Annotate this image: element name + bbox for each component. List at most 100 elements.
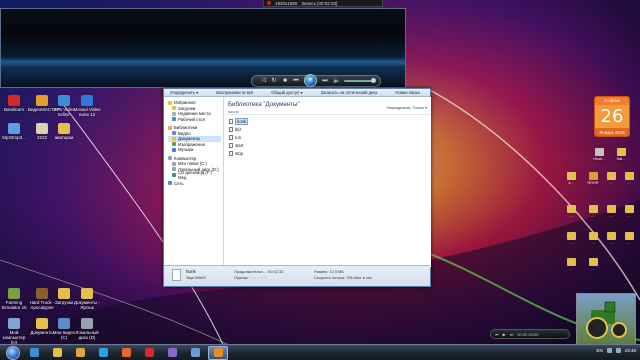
desktop-folder-shortcut[interactable]: Hal... xyxy=(610,148,632,161)
language-indicator[interactable]: EN xyxy=(596,348,602,353)
folder-icon xyxy=(172,106,176,111)
pictures-icon xyxy=(172,142,176,147)
desktop-folder-shortcut[interactable]: Hinal... xyxy=(588,148,610,161)
repeat-icon[interactable]: ↻ xyxy=(271,78,277,84)
rating-stars-icon[interactable]: ☆☆☆☆☆ xyxy=(250,275,267,280)
desktop-folder-shortcut[interactable]: s... xyxy=(560,172,582,185)
record-icon[interactable] xyxy=(267,1,271,5)
toolbar-burn[interactable]: Записать на оптический диск xyxy=(321,90,378,95)
play-pause-button[interactable]: ⏸ xyxy=(304,74,317,87)
clock[interactable]: 23:46 xyxy=(625,348,636,353)
shuffle-icon[interactable]: ⤨ xyxy=(260,78,266,84)
shortcut-icon xyxy=(58,318,70,329)
file-name: start xyxy=(235,142,244,148)
taskbar-wmp-icon xyxy=(167,348,177,357)
previous-icon[interactable]: ⏮ xyxy=(293,78,299,84)
taskbar-opera-icon xyxy=(144,348,154,357)
nav-network[interactable]: Сеть xyxy=(168,181,221,187)
folder-icon xyxy=(588,205,598,213)
taskbar-wmp-button[interactable] xyxy=(162,346,182,360)
tractor-image[interactable] xyxy=(576,293,636,345)
calendar-day: 26 xyxy=(595,105,629,128)
desktop-folder-shortcut[interactable]: ... xyxy=(618,232,640,245)
folder-icon xyxy=(606,232,616,240)
desktop-folder-shortcut[interactable]: ... xyxy=(560,205,582,218)
desktop-shortcut[interactable]: Документы - Ярлык xyxy=(73,288,101,310)
desktop-folder-shortcut[interactable]: ... xyxy=(618,205,640,218)
navigation-pane: Избранное Загрузки Недавние места Рабочи… xyxy=(164,97,224,267)
desktop-folder-shortcut[interactable]: ... xyxy=(618,172,640,185)
taskbar-opera-button[interactable] xyxy=(139,346,159,360)
video-icon xyxy=(172,131,176,136)
cd-drive-icon xyxy=(172,172,176,177)
start-button[interactable] xyxy=(6,345,20,360)
taskbar-skype-icon xyxy=(98,348,108,357)
volume-knob[interactable] xyxy=(371,78,376,83)
volume-slider[interactable] xyxy=(344,78,376,83)
shortcut-icon xyxy=(8,123,20,134)
taskbar-firefox-button[interactable] xyxy=(116,346,136,360)
desktop-shortcut[interactable]: аватарки xyxy=(50,123,78,140)
mini-next-icon[interactable]: ⏭ xyxy=(510,332,514,337)
file-name: stop xyxy=(235,150,243,156)
nav-music[interactable]: Музыка xyxy=(168,147,221,153)
desktop-shortcut[interactable]: Movavi Video Suite 12 xyxy=(73,95,101,117)
toolbar-share[interactable]: Общий доступ ▾ xyxy=(271,90,302,95)
taskbar-explorer-button[interactable] xyxy=(47,346,67,360)
taskbar-explorer-icon xyxy=(52,348,62,357)
player-controls: ⤨ ↻ ■ ⏮ ⏸ ⏭ 🔈 xyxy=(251,74,381,87)
file-item[interactable]: start xyxy=(229,141,431,149)
mini-prev-icon[interactable]: ⏮ xyxy=(495,332,499,337)
mini-player[interactable]: ⏮ ▶ ⏭ 00:00 00:00 xyxy=(490,329,570,339)
details-rating[interactable]: Оценка: ☆☆☆☆☆ xyxy=(234,275,267,280)
file-item[interactable]: run xyxy=(229,133,431,141)
shortcut-icon xyxy=(8,95,20,106)
taskbar-library-button[interactable] xyxy=(185,346,205,360)
network-icon xyxy=(168,181,172,186)
details-bitrate: Скорость потока: 705 кбит в сек xyxy=(314,275,372,280)
taskbar-chrome-button[interactable] xyxy=(70,346,90,360)
desktop-shortcut[interactable]: Мой компьютер (Н) xyxy=(0,318,28,345)
nav-drive-f[interactable]: CD-дисковод (F:) Мед xyxy=(168,170,221,180)
explorer-window[interactable]: Упорядочить ▾ Воспроизвести всё Общий до… xyxy=(163,88,431,287)
file-item[interactable]: bliz xyxy=(229,125,431,133)
desktop-shortcut[interactable]: Farming Simulator 15 xyxy=(0,288,28,310)
desktop-shortcut[interactable]: Bandicam xyxy=(0,95,28,112)
arrange-by[interactable]: Упорядочить: Папка ▾ xyxy=(387,105,428,110)
wav-file-icon xyxy=(229,118,233,124)
desktop-folder-shortcut[interactable]: ... xyxy=(582,258,604,271)
stop-icon[interactable]: ■ xyxy=(282,78,288,84)
toolbar-organize[interactable]: Упорядочить ▾ xyxy=(170,90,198,95)
shortcut-label: аватарки xyxy=(54,135,74,140)
wav-file-icon xyxy=(229,150,233,156)
desktop-folder-shortcut[interactable]: ... xyxy=(560,232,582,245)
tractor-icon xyxy=(586,301,627,339)
mute-icon[interactable]: 🔈 xyxy=(333,78,340,84)
recorder-bar[interactable]: 1920x1080 Запись [00:02:33] xyxy=(263,0,383,7)
shortcut-icon xyxy=(8,288,20,299)
desktop-shortcut[interactable]: Mp33mp3... xyxy=(0,123,28,140)
taskbar-ie-icon xyxy=(29,348,39,357)
arrange-value[interactable]: Папка ▾ xyxy=(413,105,427,110)
toolbar-play-all[interactable]: Воспроизвести всё xyxy=(216,90,253,95)
shortcut-icon xyxy=(81,288,93,299)
calendar-gadget[interactable]: вторник 26 Январь 2016 xyxy=(594,96,630,137)
file-item[interactable]: stop xyxy=(229,149,431,157)
taskbar-player-active-button[interactable] xyxy=(208,345,228,360)
desktop-folder-shortcut[interactable]: ... xyxy=(560,258,582,271)
file-list: honk bliz run start stop xyxy=(224,115,431,157)
taskbar-skype-button[interactable] xyxy=(93,346,113,360)
media-player-window[interactable]: ⤨ ↻ ■ ⏮ ⏸ ⏭ 🔈 xyxy=(0,8,406,88)
volume-tray-icon[interactable] xyxy=(615,348,621,353)
details-type: Звук WAVE xyxy=(186,275,207,280)
network-tray-icon[interactable] xyxy=(606,348,612,353)
nav-desktop[interactable]: Рабочий стол xyxy=(168,117,221,123)
taskbar-ie-button[interactable] xyxy=(24,346,44,360)
toolbar-new-folder[interactable]: Новая папка xyxy=(395,90,419,95)
player-visualization xyxy=(1,57,405,67)
next-icon[interactable]: ⏭ xyxy=(322,78,328,84)
shortcut-label: ... xyxy=(591,267,595,271)
mini-play-icon[interactable]: ▶ xyxy=(503,332,506,337)
desktop-shortcut[interactable]: Локальный диск (D) xyxy=(73,318,101,340)
file-item[interactable]: honk xyxy=(229,117,431,125)
